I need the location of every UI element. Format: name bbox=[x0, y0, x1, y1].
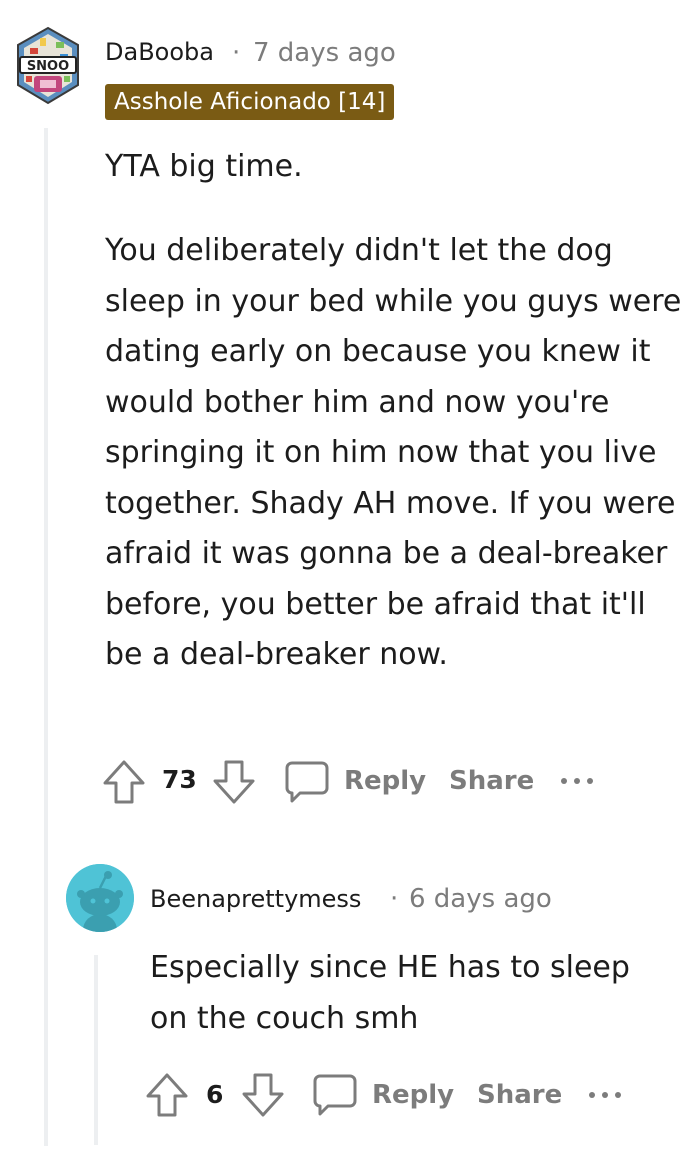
avatar[interactable]: SNOO bbox=[16, 26, 80, 108]
upvote-arrow-icon[interactable] bbox=[145, 1072, 189, 1118]
thread-line-reply[interactable] bbox=[94, 955, 98, 1145]
thread-line[interactable] bbox=[44, 128, 48, 1146]
upvote-arrow-icon[interactable] bbox=[102, 759, 146, 805]
comment-author[interactable]: Beenaprettymess bbox=[150, 885, 361, 913]
downvote-arrow-icon[interactable] bbox=[212, 759, 256, 805]
comment-timestamp[interactable]: 7 days ago bbox=[253, 38, 396, 68]
speech-bubble-icon[interactable] bbox=[312, 1073, 358, 1117]
vote-count: 73 bbox=[162, 765, 197, 794]
comment-body: Especially since HE has to sleep on the … bbox=[150, 950, 630, 1036]
share-button[interactable]: Share bbox=[449, 766, 534, 796]
share-button[interactable]: Share bbox=[477, 1080, 562, 1110]
comment-author[interactable]: DaBooba bbox=[105, 38, 214, 66]
more-options-icon[interactable] bbox=[589, 1080, 621, 1110]
speech-bubble-icon[interactable] bbox=[284, 760, 330, 804]
comment-timestamp[interactable]: 6 days ago bbox=[409, 884, 552, 914]
vote-count: 6 bbox=[206, 1080, 224, 1109]
avatar-logo-text: SNOO bbox=[27, 59, 69, 74]
separator-dot: · bbox=[390, 884, 399, 914]
downvote-arrow-icon[interactable] bbox=[241, 1072, 285, 1118]
reply-button[interactable]: Reply bbox=[372, 1080, 454, 1110]
comment-body-paragraph: YTA big time. bbox=[105, 149, 303, 184]
avatar[interactable] bbox=[66, 864, 134, 932]
user-flair: Asshole Aficionado [14] bbox=[105, 84, 395, 120]
reply-button[interactable]: Reply bbox=[344, 766, 426, 796]
separator-dot: · bbox=[232, 38, 241, 68]
comment-body-paragraph: You deliberately didn't let the dog slee… bbox=[105, 233, 682, 672]
more-options-icon[interactable] bbox=[561, 766, 593, 796]
